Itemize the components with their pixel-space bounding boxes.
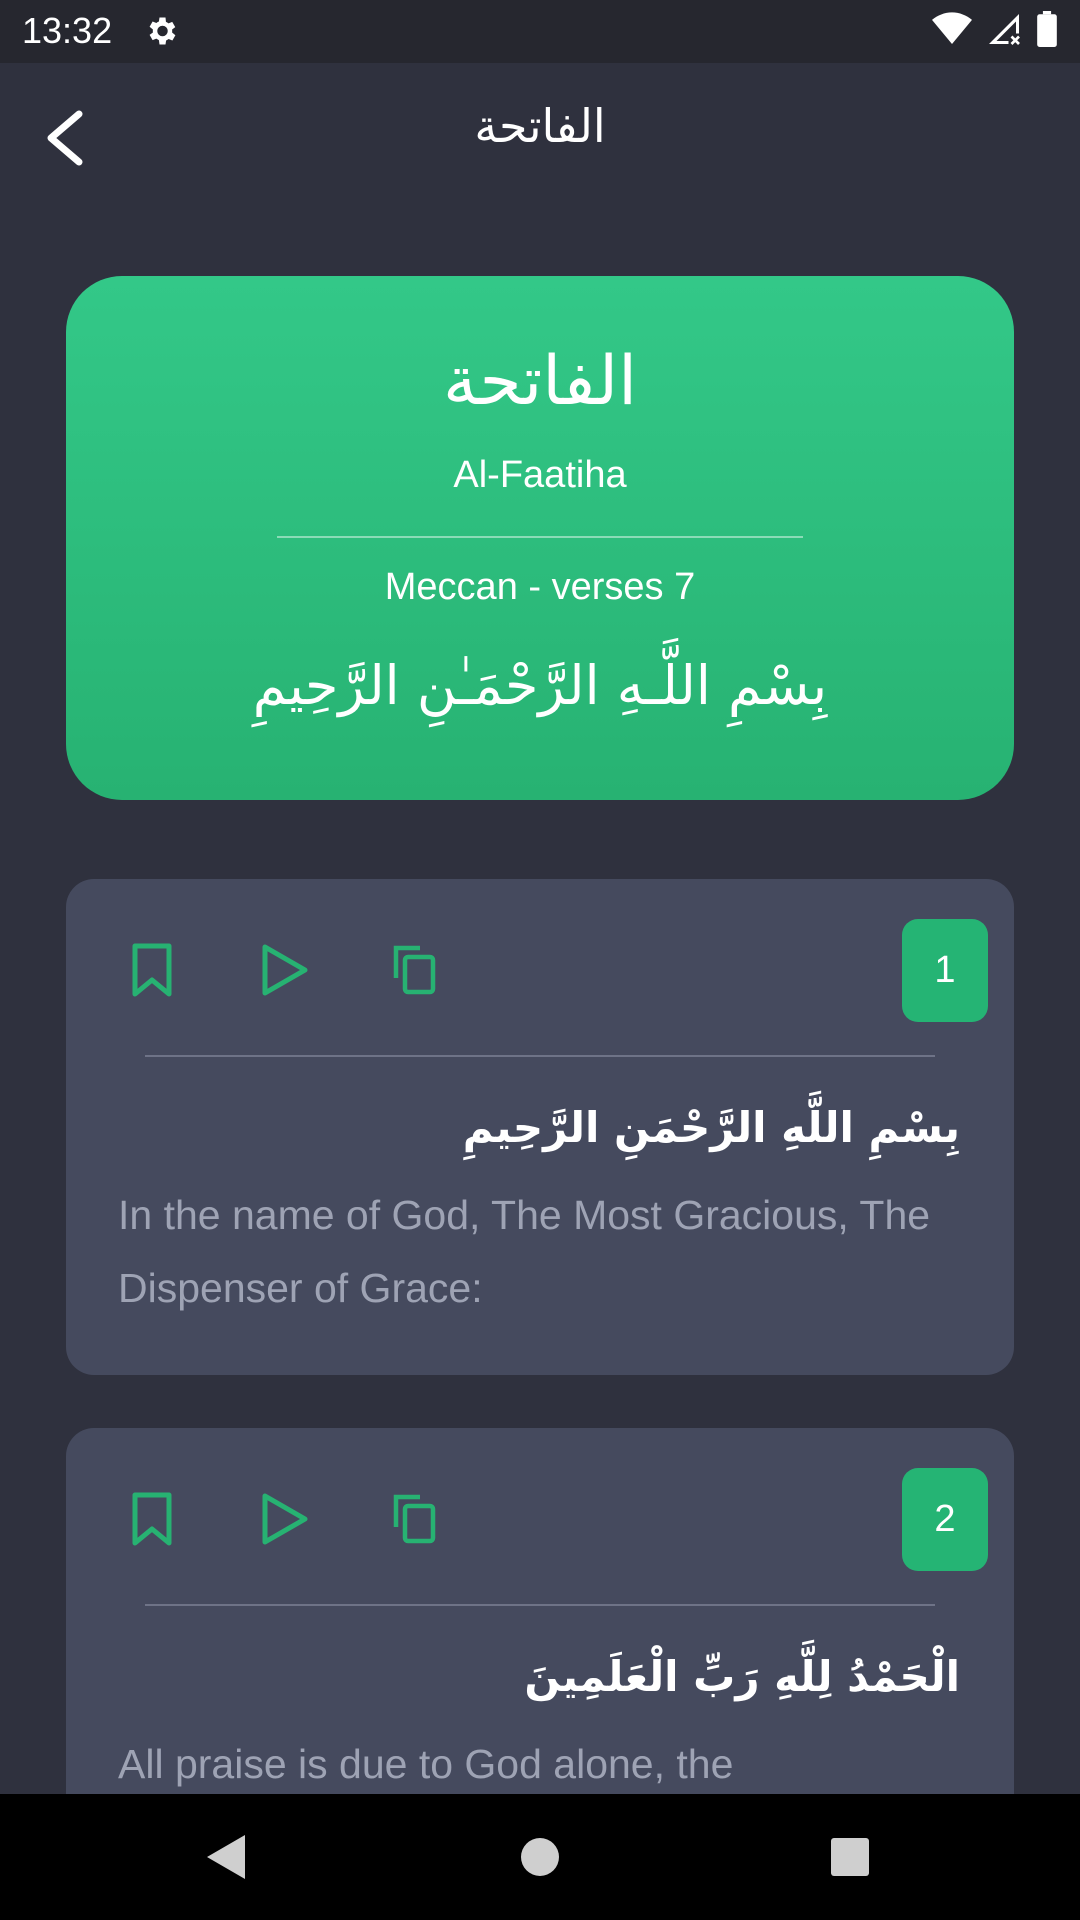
surah-meta: Meccan - verses 7 bbox=[384, 566, 696, 608]
bookmark-icon bbox=[132, 1492, 172, 1546]
wifi-icon bbox=[932, 12, 972, 50]
copy-button[interactable] bbox=[390, 1488, 442, 1550]
verse-number-badge: 2 bbox=[902, 1468, 988, 1571]
verse-arabic-text: بِسْمِ اللَّهِ الرَّحْمَنِ الرَّحِيمِ bbox=[462, 1103, 960, 1152]
play-button[interactable] bbox=[258, 939, 310, 1001]
verse-actions bbox=[126, 939, 442, 1001]
surah-header-card: الفاتحة Al-Faatiha Meccan - verses 7 بِس… bbox=[66, 276, 1014, 800]
copy-icon bbox=[393, 1494, 436, 1544]
nav-back-button[interactable] bbox=[196, 1827, 256, 1887]
status-time: 13:32 bbox=[22, 10, 113, 51]
verse-card: 1 بِسْمِ اللَّهِ الرَّحْمَنِ الرَّحِيمِ … bbox=[66, 879, 1014, 1375]
bookmark-button[interactable] bbox=[126, 939, 178, 1001]
signal-icon bbox=[986, 11, 1022, 51]
app-bar: الفاتحة bbox=[0, 63, 1080, 209]
battery-icon bbox=[1036, 11, 1058, 51]
bookmark-button[interactable] bbox=[126, 1488, 178, 1550]
status-bar: 13:32 bbox=[0, 0, 1080, 63]
navigation-bar bbox=[0, 1794, 1080, 1920]
copy-icon bbox=[393, 945, 436, 995]
nav-home-icon bbox=[521, 1838, 559, 1876]
divider bbox=[277, 536, 803, 538]
divider bbox=[145, 1604, 935, 1606]
nav-home-button[interactable] bbox=[510, 1827, 570, 1887]
surah-name-arabic: الفاتحة bbox=[442, 342, 637, 421]
play-icon bbox=[262, 1493, 308, 1545]
verse-translation: In the name of God, The Most Gracious, T… bbox=[118, 1192, 931, 1311]
verse-arabic-text: الْحَمْدُ لِلَّهِ رَبِّ الْعَلَمِينَ bbox=[524, 1652, 960, 1701]
divider bbox=[145, 1055, 935, 1057]
nav-recents-icon bbox=[831, 1838, 869, 1876]
status-icons bbox=[932, 11, 1058, 51]
verse-translation: All praise is due to God alone, the bbox=[118, 1741, 734, 1787]
screen: 13:32 الفاتحة الفاتحة Al-Faatiha Meccan … bbox=[0, 0, 1080, 1920]
play-icon bbox=[262, 944, 308, 996]
play-button[interactable] bbox=[258, 1488, 310, 1550]
verse-actions bbox=[126, 1488, 442, 1550]
bookmark-icon bbox=[132, 943, 172, 997]
nav-recents-button[interactable] bbox=[820, 1827, 880, 1887]
gear-icon bbox=[143, 13, 179, 49]
surah-name-latin: Al-Faatiha bbox=[453, 454, 627, 496]
basmala: بِسْمِ اللَّـهِ الرَّحْمَـٰنِ الرَّحِيمِ bbox=[252, 654, 828, 717]
nav-back-icon bbox=[207, 1835, 245, 1879]
page-title: الفاتحة bbox=[474, 99, 606, 153]
copy-button[interactable] bbox=[390, 939, 442, 1001]
verse-number-badge: 1 bbox=[902, 919, 988, 1022]
